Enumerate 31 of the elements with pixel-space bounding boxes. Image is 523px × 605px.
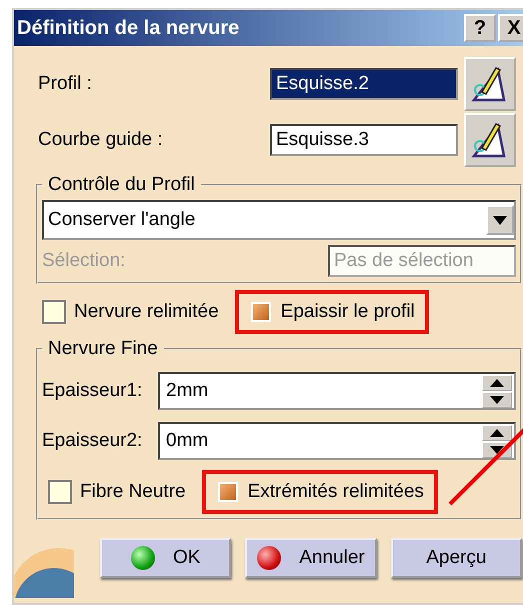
spin-up-icon[interactable]	[482, 374, 512, 390]
spin-field[interactable]: 0mm	[158, 422, 516, 460]
sketch-button[interactable]	[464, 57, 516, 111]
dialog-button[interactable]: OK	[100, 538, 232, 578]
dialog-button[interactable]: Annuler	[245, 538, 377, 578]
checkbox[interactable]	[42, 300, 66, 324]
spin-field[interactable]: 2mm	[158, 372, 516, 410]
field-label: Epaisseur2:	[42, 430, 144, 452]
cancel-ball-icon	[257, 546, 282, 570]
checkbox-label: Fibre Neutre	[80, 481, 186, 503]
checkbox-label: Nervure relimitée	[74, 301, 219, 323]
sketch-button[interactable]	[464, 113, 516, 167]
group-title: Contrôle du Profil	[47, 174, 196, 196]
close-button[interactable]: X	[498, 14, 523, 42]
field-label: Courbe guide :	[38, 129, 164, 151]
ok-ball-icon	[130, 546, 155, 570]
checkbox[interactable]	[48, 480, 72, 504]
checkbox-label: Epaissir le profil	[280, 301, 415, 323]
field-label: Epaisseur1:	[42, 380, 144, 402]
spin-down-icon[interactable]	[482, 392, 512, 408]
dialog-button[interactable]: Aperçu	[390, 538, 522, 578]
checkbox-label: Extrémités relimitées	[248, 481, 424, 503]
group-title: Nervure Fine	[47, 338, 159, 360]
selection-field[interactable]: Esquisse.2	[270, 68, 458, 100]
dropdown[interactable]: Conserver l'angle	[42, 200, 516, 240]
help-button[interactable]: ?	[464, 14, 496, 42]
window-title: Définition de la nervure	[17, 16, 240, 40]
spin-up-icon[interactable]	[482, 424, 512, 440]
selection-field[interactable]: Esquisse.3	[270, 124, 458, 156]
field-label: Profil :	[38, 73, 93, 95]
selection-label: Sélection:	[42, 250, 126, 272]
